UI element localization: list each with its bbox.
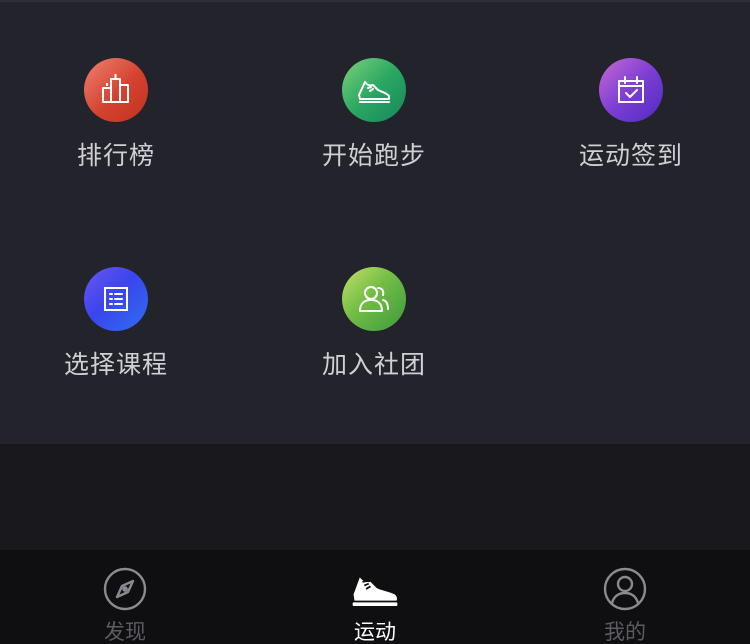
- tab-sport[interactable]: 运动: [250, 550, 500, 644]
- bottom-tab-bar: 发现 运动 我的: [0, 550, 750, 644]
- user-profile-icon: [600, 564, 650, 614]
- course-list-icon: [84, 267, 148, 331]
- sport-checkin-tile[interactable]: 运动签到: [531, 58, 731, 188]
- start-running-label: 开始跑步: [321, 141, 426, 170]
- start-running-tile[interactable]: 开始跑步: [274, 58, 474, 188]
- choose-course-tile[interactable]: 选择课程: [16, 267, 216, 397]
- sneaker-icon: [350, 564, 400, 614]
- sport-screen: 排行榜 开始跑步 运动签到 选择课程 加入社团 发现 运动 我的: [0, 0, 750, 644]
- choose-course-label: 选择课程: [63, 350, 168, 379]
- join-club-label: 加入社团: [321, 350, 426, 379]
- ranking-label: 排行榜: [76, 141, 155, 170]
- club-people-icon: [342, 267, 406, 331]
- tab-discover[interactable]: 发现: [0, 550, 250, 644]
- tab-mine[interactable]: 我的: [500, 550, 750, 644]
- compass-icon: [100, 564, 150, 614]
- tab-discover-label: 发现: [104, 620, 146, 644]
- feature-grid-panel: 排行榜 开始跑步 运动签到 选择课程 加入社团: [0, 0, 750, 444]
- calendar-check-icon: [599, 58, 663, 122]
- join-club-tile[interactable]: 加入社团: [274, 267, 474, 397]
- tab-sport-label: 运动: [354, 620, 396, 644]
- empty-area: [0, 444, 750, 550]
- sport-checkin-label: 运动签到: [578, 141, 683, 170]
- ranking-tile[interactable]: 排行榜: [16, 58, 216, 188]
- tab-mine-label: 我的: [604, 620, 646, 644]
- ranking-podium-icon: [84, 58, 148, 122]
- running-shoe-icon: [342, 58, 406, 122]
